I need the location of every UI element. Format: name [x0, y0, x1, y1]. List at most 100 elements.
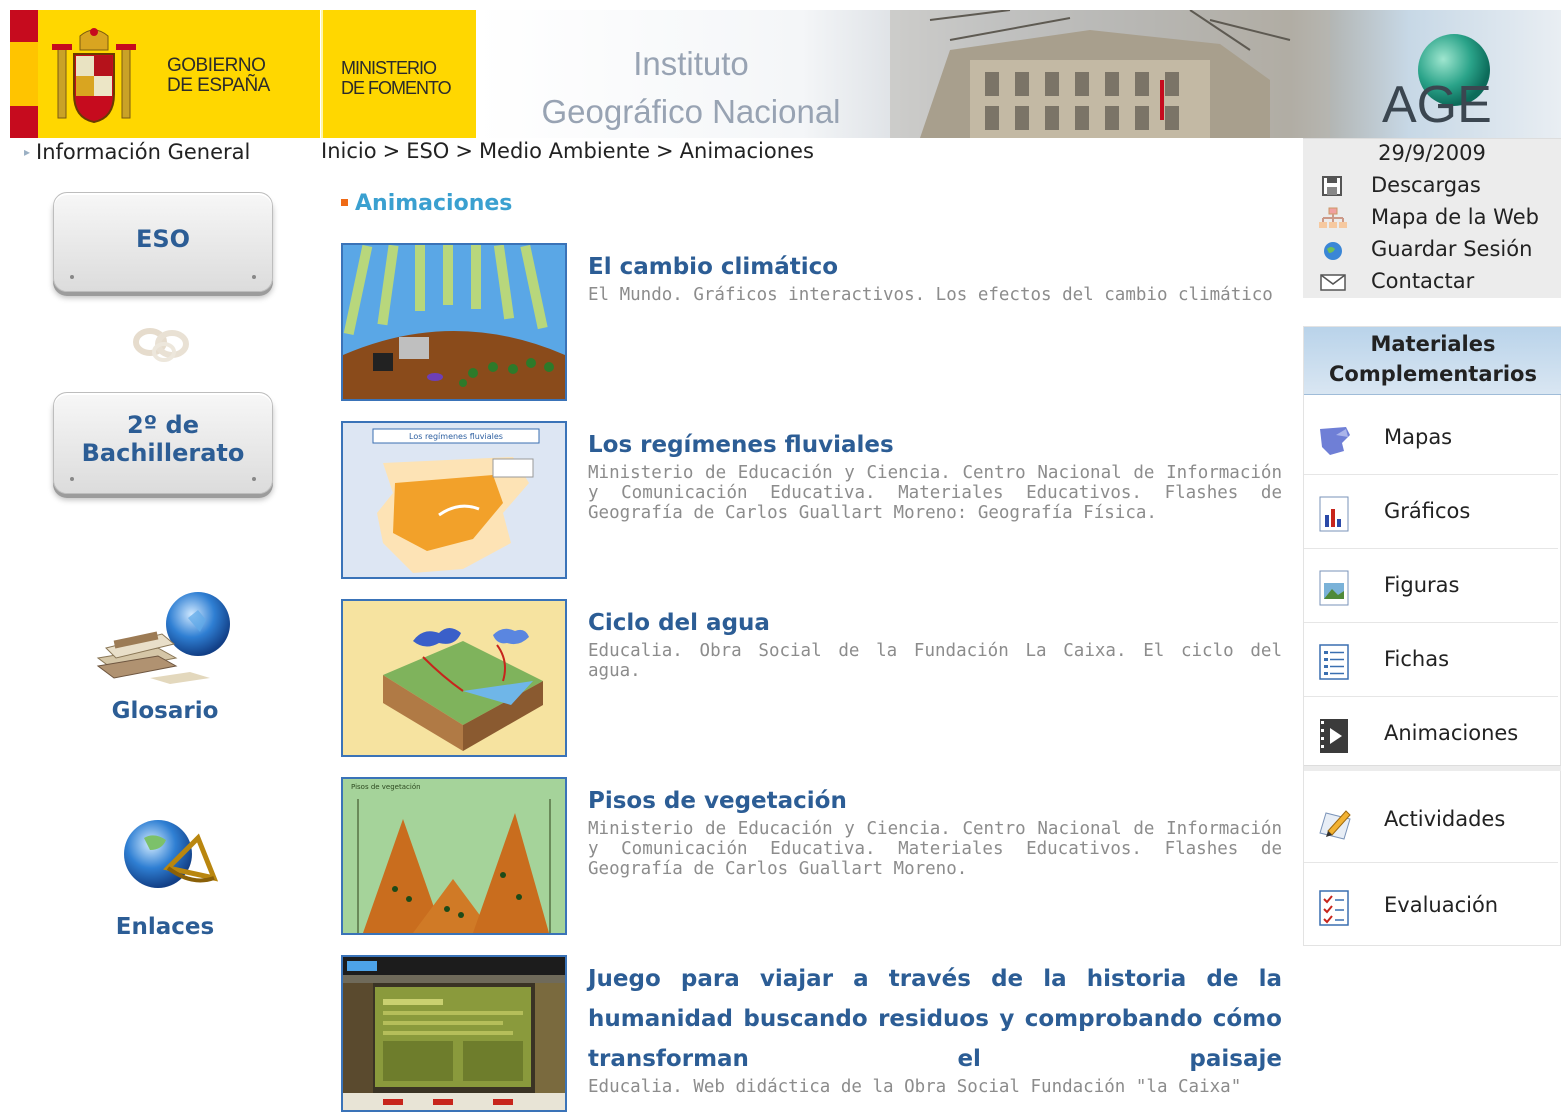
- river-regimes-thumbnail[interactable]: Los regímenes fluviales: [341, 421, 567, 579]
- contactar-label: Contactar: [1371, 269, 1475, 293]
- globe-sextant-icon: [124, 820, 219, 888]
- materiales-complementarios-panel: Materiales Complementarios Mapas Gráfico…: [1303, 326, 1561, 946]
- item-description: Ministerio de Educación y Ciencia. Centr…: [588, 819, 1282, 879]
- globe-icon: [1324, 242, 1342, 260]
- bar-chart-icon: [1319, 496, 1349, 532]
- water-cycle-thumbnail[interactable]: [341, 599, 567, 757]
- floppy-disk-icon: [1322, 176, 1342, 196]
- materiales-header-line1: Materiales: [1370, 332, 1496, 356]
- button-rivet: [252, 477, 256, 481]
- item-title-link[interactable]: Los regímenes fluviales: [588, 425, 1282, 465]
- breadcrumb-separator: >: [656, 139, 674, 163]
- ign-line2: Geográfico Nacional: [541, 93, 841, 130]
- material-figuras[interactable]: Figuras: [1304, 551, 1558, 623]
- utility-panel: 29/9/2009 Descargas Mapa de la Web Guard…: [1303, 138, 1561, 298]
- breadcrumb-separator: >: [382, 139, 401, 163]
- chain-links-icon: [133, 328, 189, 362]
- contactar-link[interactable]: Contactar: [1317, 269, 1561, 299]
- pencil-paper-icon: [1319, 810, 1351, 840]
- gov-line2: DE ESPAÑA: [167, 75, 270, 96]
- item-description: El Mundo. Gráficos interactivos. Los efe…: [588, 285, 1273, 305]
- descargas-label: Descargas: [1371, 173, 1481, 197]
- books-globe-icon: [96, 592, 230, 684]
- svg-text:AGE: AGE: [1382, 76, 1492, 130]
- info-general-link[interactable]: ▸ Información General: [24, 140, 250, 164]
- material-mapas-label: Mapas: [1384, 425, 1453, 449]
- mapa-web-label: Mapa de la Web: [1371, 205, 1539, 229]
- video-play-icon: [1320, 719, 1348, 753]
- ministry-line1: MINISTERIO: [341, 58, 437, 78]
- material-animaciones[interactable]: Animaciones: [1304, 699, 1558, 771]
- item-description: Educalia. Obra Social de la Fundación La…: [588, 641, 1282, 681]
- coat-of-arms-icon: [52, 28, 136, 124]
- button-rivet: [252, 275, 256, 279]
- age-logo[interactable]: AGE: [1372, 30, 1522, 130]
- breadcrumb: Inicio > ESO > Medio Ambiente > Animaciones: [321, 139, 814, 163]
- materiales-header-line2: Complementarios: [1329, 362, 1537, 386]
- breadcrumb-animaciones: Animaciones: [679, 139, 814, 163]
- guardar-sesion-label: Guardar Sesión: [1371, 237, 1533, 261]
- svg-text:Los regímenes fluviales: Los regímenes fluviales: [409, 432, 503, 441]
- button-rivet: [70, 275, 74, 279]
- checklist-icon: [1319, 890, 1349, 926]
- ministry-name: MINISTERIO DE FOMENTO: [341, 58, 452, 98]
- ministry-line2: DE FOMENTO: [341, 78, 452, 98]
- descargas-link[interactable]: Descargas: [1317, 173, 1561, 203]
- breadcrumb-medio-ambiente[interactable]: Medio Ambiente: [479, 139, 650, 163]
- material-graficos-label: Gráficos: [1384, 499, 1471, 523]
- eso-button[interactable]: ESO: [53, 192, 273, 292]
- envelope-icon: [1320, 274, 1346, 291]
- climate-change-thumbnail[interactable]: [341, 243, 567, 401]
- material-actividades-label: Actividades: [1384, 807, 1506, 831]
- item-title-link[interactable]: El cambio climático: [588, 247, 1282, 287]
- breadcrumb-inicio[interactable]: Inicio: [321, 139, 377, 163]
- picture-icon: [1319, 570, 1349, 606]
- site-header: GOBIERNO DE ESPAÑA MINISTERIO DE FOMENTO…: [10, 10, 1561, 138]
- item-description: Educalia. Web didáctica de la Obra Socia…: [588, 1077, 1242, 1097]
- breadcrumb-separator: >: [455, 139, 473, 163]
- current-date: 29/9/2009: [1378, 141, 1486, 165]
- guardar-sesion-link[interactable]: Guardar Sesión: [1317, 237, 1561, 267]
- section-title-label: Animaciones: [355, 191, 513, 216]
- material-actividades[interactable]: Actividades: [1304, 785, 1558, 863]
- building-photo: [890, 10, 1330, 138]
- list-document-icon: [1319, 644, 1349, 680]
- item-title-link[interactable]: Juego para viajar a través de la histori…: [588, 959, 1282, 1079]
- item-title-link[interactable]: Pisos de vegetación: [588, 781, 1282, 821]
- caret-right-icon: ▸: [24, 145, 31, 159]
- material-figuras-label: Figuras: [1384, 573, 1460, 597]
- section-title: Animaciones: [341, 191, 512, 216]
- government-name: GOBIERNO DE ESPAÑA: [167, 56, 270, 96]
- item-title-link[interactable]: Ciclo del agua: [588, 603, 1282, 643]
- map-icon: [1320, 427, 1350, 455]
- bachillerato-line1: 2º de: [126, 411, 200, 439]
- materiales-header: Materiales Complementarios: [1304, 327, 1561, 395]
- material-fichas-label: Fichas: [1384, 647, 1450, 671]
- glosario-label: Glosario: [111, 698, 219, 724]
- ign-line1: Instituto: [633, 45, 749, 82]
- material-mapas[interactable]: Mapas: [1304, 403, 1558, 475]
- eso-button-label: ESO: [135, 225, 191, 253]
- material-fichas[interactable]: Fichas: [1304, 625, 1558, 697]
- item-description: Ministerio de Educación y Ciencia. Centr…: [588, 463, 1282, 523]
- breadcrumb-eso[interactable]: ESO: [406, 139, 449, 163]
- gov-line1: GOBIERNO: [167, 55, 266, 76]
- glosario-link[interactable]: Glosario: [75, 588, 255, 724]
- material-evaluacion-label: Evaluación: [1384, 893, 1499, 917]
- info-general-label: Información General: [36, 140, 251, 164]
- bachillerato-button[interactable]: 2º de Bachillerato: [53, 392, 273, 494]
- material-graficos[interactable]: Gráficos: [1304, 477, 1558, 549]
- enlaces-label: Enlaces: [115, 914, 215, 940]
- vegetation-levels-thumbnail[interactable]: Pisos de vegetación: [341, 777, 567, 935]
- ign-title[interactable]: Instituto Geográfico Nacional: [526, 40, 856, 136]
- material-evaluacion[interactable]: Evaluación: [1304, 871, 1558, 947]
- sitemap-icon: [1319, 207, 1347, 228]
- svg-text:Pisos de vegetación: Pisos de vegetación: [351, 783, 421, 791]
- material-animaciones-label: Animaciones: [1384, 721, 1519, 745]
- orange-bullet-icon: [341, 199, 348, 206]
- mapa-web-link[interactable]: Mapa de la Web: [1317, 205, 1561, 235]
- panel-divider: [1304, 765, 1561, 771]
- enlaces-link[interactable]: Enlaces: [75, 812, 255, 940]
- history-game-thumbnail[interactable]: [341, 955, 567, 1112]
- spain-flag-stripe: [10, 10, 38, 138]
